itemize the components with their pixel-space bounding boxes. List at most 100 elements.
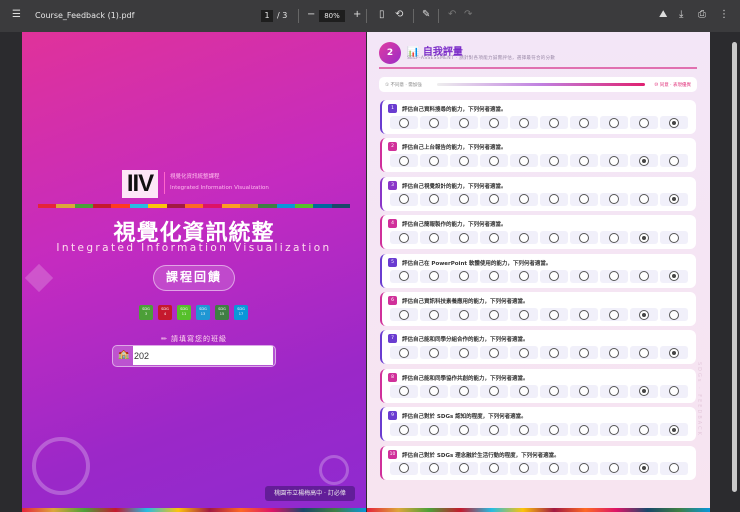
rating-radio-1[interactable] <box>390 154 418 168</box>
rating-radio-5[interactable] <box>510 461 538 475</box>
rating-radio-10[interactable] <box>660 231 688 245</box>
class-input[interactable] <box>133 346 273 365</box>
rating-radio-9[interactable] <box>630 423 658 437</box>
rating-radio-1[interactable] <box>390 461 418 475</box>
menu-icon[interactable]: ☰ <box>12 9 21 20</box>
rating-radio-10[interactable] <box>660 308 688 321</box>
rating-radio-2[interactable] <box>420 231 448 245</box>
rating-radio-4[interactable] <box>480 346 508 360</box>
rating-radio-5[interactable] <box>510 154 538 168</box>
rating-radio-5[interactable] <box>510 192 538 206</box>
rating-radio-4[interactable] <box>480 461 508 475</box>
rating-radio-3[interactable] <box>450 231 478 245</box>
rating-radio-7[interactable] <box>570 154 598 168</box>
redo-icon[interactable]: ↷ <box>464 9 472 20</box>
rating-radio-7[interactable] <box>570 269 598 283</box>
rating-radio-6[interactable] <box>540 384 568 398</box>
rating-radio-3[interactable] <box>450 116 478 129</box>
rating-radio-3[interactable] <box>450 461 478 475</box>
more-options-icon[interactable]: ⋮ <box>719 9 729 20</box>
rating-radio-8[interactable] <box>600 423 628 437</box>
rating-radio-1[interactable] <box>390 384 418 398</box>
rating-radio-1[interactable] <box>390 423 418 437</box>
rating-radio-3[interactable] <box>450 423 478 437</box>
rating-radio-5[interactable] <box>510 231 538 245</box>
rating-radio-3[interactable] <box>450 192 478 206</box>
rating-radio-8[interactable] <box>600 308 628 321</box>
rating-radio-5[interactable] <box>510 346 538 360</box>
rating-radio-7[interactable] <box>570 384 598 398</box>
rating-radio-4[interactable] <box>480 423 508 437</box>
rating-radio-4[interactable] <box>480 154 508 168</box>
rating-radio-8[interactable] <box>600 346 628 360</box>
rating-radio-3[interactable] <box>450 384 478 398</box>
page-number-input[interactable]: 1 <box>261 10 273 22</box>
rating-radio-8[interactable] <box>600 192 628 206</box>
zoom-out-icon[interactable]: − <box>307 9 315 20</box>
rating-radio-2[interactable] <box>420 308 448 321</box>
rating-radio-5[interactable] <box>510 116 538 129</box>
rating-radio-10[interactable] <box>660 154 688 168</box>
undo-icon[interactable]: ↶ <box>448 9 456 20</box>
rating-radio-9[interactable] <box>630 116 658 129</box>
rating-radio-8[interactable] <box>600 231 628 245</box>
rating-radio-9[interactable] <box>630 154 658 168</box>
rating-radio-9[interactable] <box>630 346 658 360</box>
rating-radio-4[interactable] <box>480 269 508 283</box>
rating-radio-7[interactable] <box>570 308 598 321</box>
rotate-icon[interactable]: ⟲ <box>395 9 403 20</box>
rating-radio-9[interactable] <box>630 308 658 321</box>
rating-radio-10[interactable] <box>660 461 688 475</box>
rating-radio-10[interactable] <box>660 384 688 398</box>
feedback-button[interactable]: 課程回饋 <box>153 265 235 291</box>
rating-radio-1[interactable] <box>390 231 418 245</box>
rating-radio-10[interactable] <box>660 423 688 437</box>
rating-radio-2[interactable] <box>420 116 448 129</box>
rating-radio-7[interactable] <box>570 423 598 437</box>
rating-radio-7[interactable] <box>570 346 598 360</box>
rating-radio-1[interactable] <box>390 269 418 283</box>
rating-radio-8[interactable] <box>600 269 628 283</box>
rating-radio-8[interactable] <box>600 461 628 475</box>
rating-radio-10[interactable] <box>660 346 688 360</box>
rating-radio-9[interactable] <box>630 269 658 283</box>
rating-radio-5[interactable] <box>510 269 538 283</box>
rating-radio-6[interactable] <box>540 231 568 245</box>
zoom-input[interactable]: 80% <box>319 10 345 22</box>
rating-radio-6[interactable] <box>540 308 568 321</box>
rating-radio-5[interactable] <box>510 308 538 321</box>
rating-radio-2[interactable] <box>420 461 448 475</box>
rating-radio-6[interactable] <box>540 116 568 129</box>
rating-radio-2[interactable] <box>420 154 448 168</box>
rating-radio-1[interactable] <box>390 308 418 321</box>
rating-radio-4[interactable] <box>480 116 508 129</box>
rating-radio-7[interactable] <box>570 231 598 245</box>
rating-radio-4[interactable] <box>480 384 508 398</box>
rating-radio-4[interactable] <box>480 192 508 206</box>
rating-radio-6[interactable] <box>540 154 568 168</box>
download-icon[interactable]: ⤓ <box>679 9 683 20</box>
print-icon[interactable]: ⎙ <box>698 9 706 20</box>
rating-radio-7[interactable] <box>570 192 598 206</box>
rating-radio-6[interactable] <box>540 461 568 475</box>
rating-radio-8[interactable] <box>600 384 628 398</box>
rating-radio-9[interactable] <box>630 461 658 475</box>
rating-radio-8[interactable] <box>600 116 628 129</box>
rating-radio-6[interactable] <box>540 269 568 283</box>
rating-radio-1[interactable] <box>390 346 418 360</box>
rating-radio-1[interactable] <box>390 192 418 206</box>
rating-radio-6[interactable] <box>540 346 568 360</box>
rating-radio-2[interactable] <box>420 269 448 283</box>
rating-radio-6[interactable] <box>540 192 568 206</box>
rating-radio-9[interactable] <box>630 384 658 398</box>
rating-radio-5[interactable] <box>510 384 538 398</box>
rating-radio-10[interactable] <box>660 116 688 129</box>
save-drive-icon[interactable]: ⛰ <box>659 9 667 20</box>
rating-radio-6[interactable] <box>540 423 568 437</box>
rating-radio-2[interactable] <box>420 384 448 398</box>
rating-radio-3[interactable] <box>450 346 478 360</box>
rating-radio-2[interactable] <box>420 423 448 437</box>
rating-radio-7[interactable] <box>570 116 598 129</box>
class-field[interactable]: 🏫 <box>112 345 276 367</box>
rating-radio-4[interactable] <box>480 231 508 245</box>
